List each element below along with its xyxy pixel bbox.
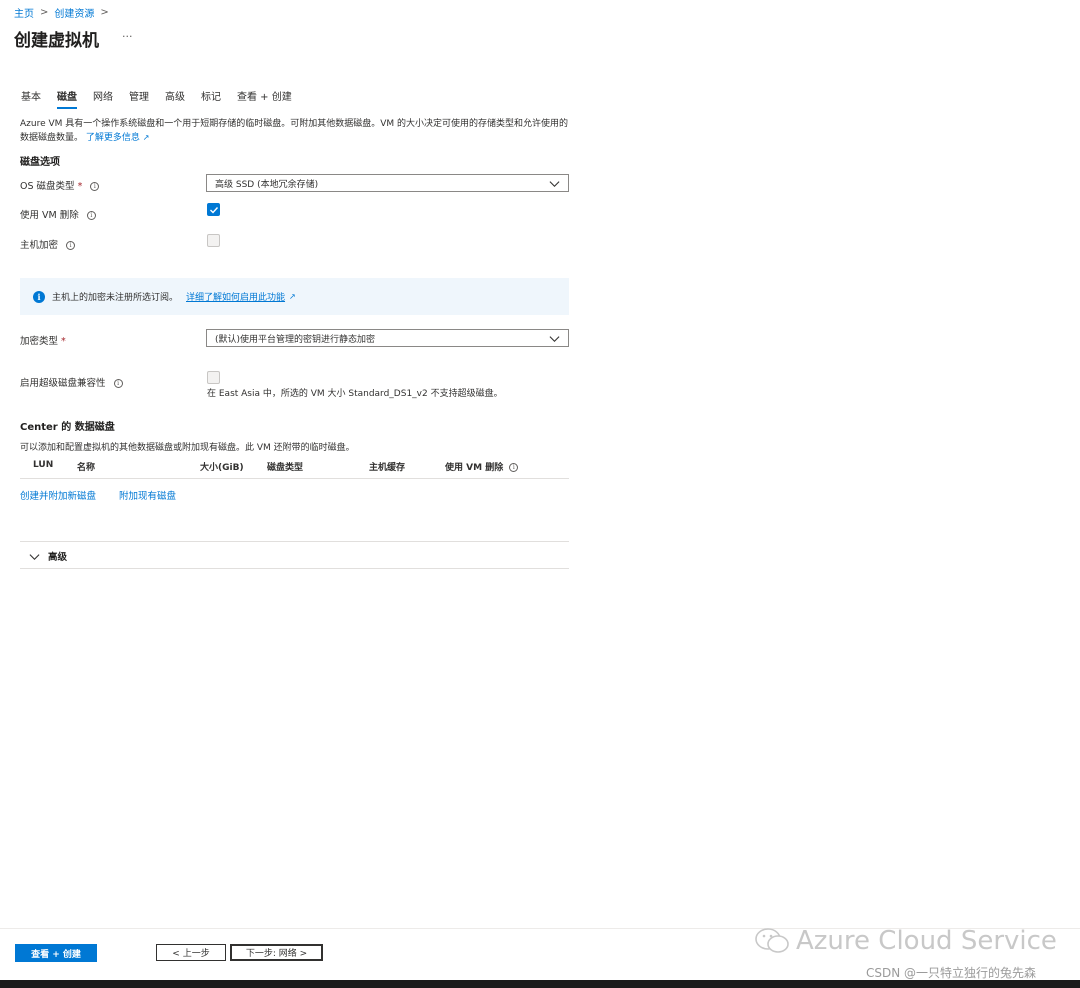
breadcrumb-separator: >: [40, 7, 49, 18]
info-icon[interactable]: i: [90, 182, 100, 191]
breadcrumb-home[interactable]: 主页: [14, 5, 34, 20]
info-icon[interactable]: i: [113, 379, 123, 388]
tab-management[interactable]: 管理: [129, 88, 149, 109]
column-header-size: 大小(GiB): [200, 463, 244, 473]
watermark-text: Azure Cloud Service: [796, 926, 1057, 956]
host-encryption-label: 主机加密 i: [20, 237, 76, 251]
attach-existing-disk-link[interactable]: 附加现有磁盘: [119, 488, 176, 502]
page-title: 创建虚拟机: [14, 31, 99, 51]
disks-description: Azure VM 具有一个操作系统磁盘和一个用于短期存储的临时磁盘。可附加其他数…: [20, 118, 575, 145]
advanced-section-label: 高级: [48, 552, 68, 563]
tab-tags[interactable]: 标记: [201, 88, 221, 109]
info-icon[interactable]: i: [509, 463, 519, 472]
chevron-down-icon: [549, 335, 560, 342]
chevron-down-icon: [29, 553, 40, 560]
table-divider: [20, 478, 569, 479]
breadcrumb: 主页 > 创建资源 >: [14, 5, 109, 20]
delete-with-vm-checkbox[interactable]: [207, 203, 220, 216]
advanced-section-toggle[interactable]: 高级: [29, 549, 67, 563]
column-header-host-caching: 主机缓存: [369, 463, 406, 473]
watermark: Azure Cloud Service: [754, 926, 1057, 956]
data-disks-description: 可以添加和配置虚拟机的其他数据磁盘或附加现有磁盘。此 VM 还附带的临时磁盘。: [20, 443, 355, 453]
ultra-disk-note: 在 East Asia 中，所选的 VM 大小 Standard_DS1_v2 …: [207, 389, 503, 399]
encryption-type-value: (默认)使用平台管理的密钥进行静态加密: [215, 334, 376, 345]
divider: [20, 541, 569, 542]
tab-review-create[interactable]: 查看 + 创建: [237, 88, 292, 109]
next-button[interactable]: 下一步: 网络 >: [230, 944, 323, 961]
tab-bar: 基本 磁盘 网络 管理 高级 标记 查看 + 创建: [21, 88, 308, 109]
disk-options-title: 磁盘选项: [20, 157, 60, 168]
encryption-type-select[interactable]: (默认)使用平台管理的密钥进行静态加密: [206, 329, 569, 347]
create-attach-disk-link[interactable]: 创建并附加新磁盘: [20, 488, 96, 502]
delete-with-vm-label-text: 使用 VM 删除: [20, 210, 79, 221]
external-link-icon: ↗: [142, 133, 150, 142]
breadcrumb-create-resource[interactable]: 创建资源: [54, 5, 94, 20]
checkmark-icon: [209, 206, 218, 214]
more-options-button[interactable]: ···: [122, 30, 133, 43]
ultra-disk-label: 启用超级磁盘兼容性 i: [20, 375, 123, 389]
ultra-disk-checkbox[interactable]: [207, 371, 220, 384]
tab-disks[interactable]: 磁盘: [57, 88, 77, 109]
bottom-bar: [0, 980, 1080, 988]
host-encryption-label-text: 主机加密: [20, 240, 59, 251]
enable-feature-link[interactable]: 详细了解如何启用此功能: [186, 290, 285, 303]
info-icon[interactable]: i: [66, 241, 76, 250]
required-mark: *: [61, 336, 66, 347]
previous-button[interactable]: < 上一步: [156, 944, 226, 961]
delete-with-vm-label: 使用 VM 删除 i: [20, 207, 96, 221]
info-banner: i 主机上的加密未注册所选订阅。 详细了解如何启用此功能 ↗: [20, 278, 569, 315]
tab-basics[interactable]: 基本: [21, 88, 41, 109]
os-disk-type-label: OS 磁盘类型 * i: [20, 178, 100, 192]
encryption-type-label: 加密类型 *: [20, 333, 66, 347]
learn-more-link[interactable]: 了解更多信息: [86, 133, 140, 143]
csdn-watermark: CSDN @一只特立独行的兔先森: [866, 966, 1037, 980]
os-disk-type-label-text: OS 磁盘类型: [20, 181, 75, 192]
os-disk-type-value: 高级 SSD (本地冗余存储): [215, 179, 319, 190]
host-encryption-checkbox[interactable]: [207, 234, 220, 247]
tab-advanced[interactable]: 高级: [165, 88, 185, 109]
divider: [20, 568, 569, 569]
tab-networking[interactable]: 网络: [93, 88, 113, 109]
chevron-down-icon: [549, 180, 560, 187]
info-banner-text: 主机上的加密未注册所选订阅。: [52, 293, 179, 303]
os-disk-type-select[interactable]: 高级 SSD (本地冗余存储): [206, 174, 569, 192]
encryption-type-label-text: 加密类型: [20, 336, 59, 347]
review-create-button[interactable]: 查看 + 创建: [15, 944, 97, 962]
ultra-disk-label-text: 启用超级磁盘兼容性: [20, 378, 106, 389]
column-header-disk-type: 磁盘类型: [267, 463, 304, 473]
breadcrumb-separator: >: [100, 7, 109, 18]
column-header-delete-with-vm: 使用 VM 删除 i: [445, 460, 519, 473]
wechat-icon: [755, 928, 789, 953]
column-header-delete-with-vm-text: 使用 VM 删除: [445, 463, 504, 473]
column-header-lun: LUN: [33, 460, 54, 470]
column-header-name: 名称: [77, 463, 96, 473]
info-circle-icon: i: [33, 290, 45, 303]
external-link-icon: ↗: [289, 292, 296, 301]
required-mark: *: [77, 181, 83, 192]
data-disks-title: Center 的 数据磁盘: [20, 422, 115, 433]
info-icon[interactable]: i: [86, 211, 96, 220]
